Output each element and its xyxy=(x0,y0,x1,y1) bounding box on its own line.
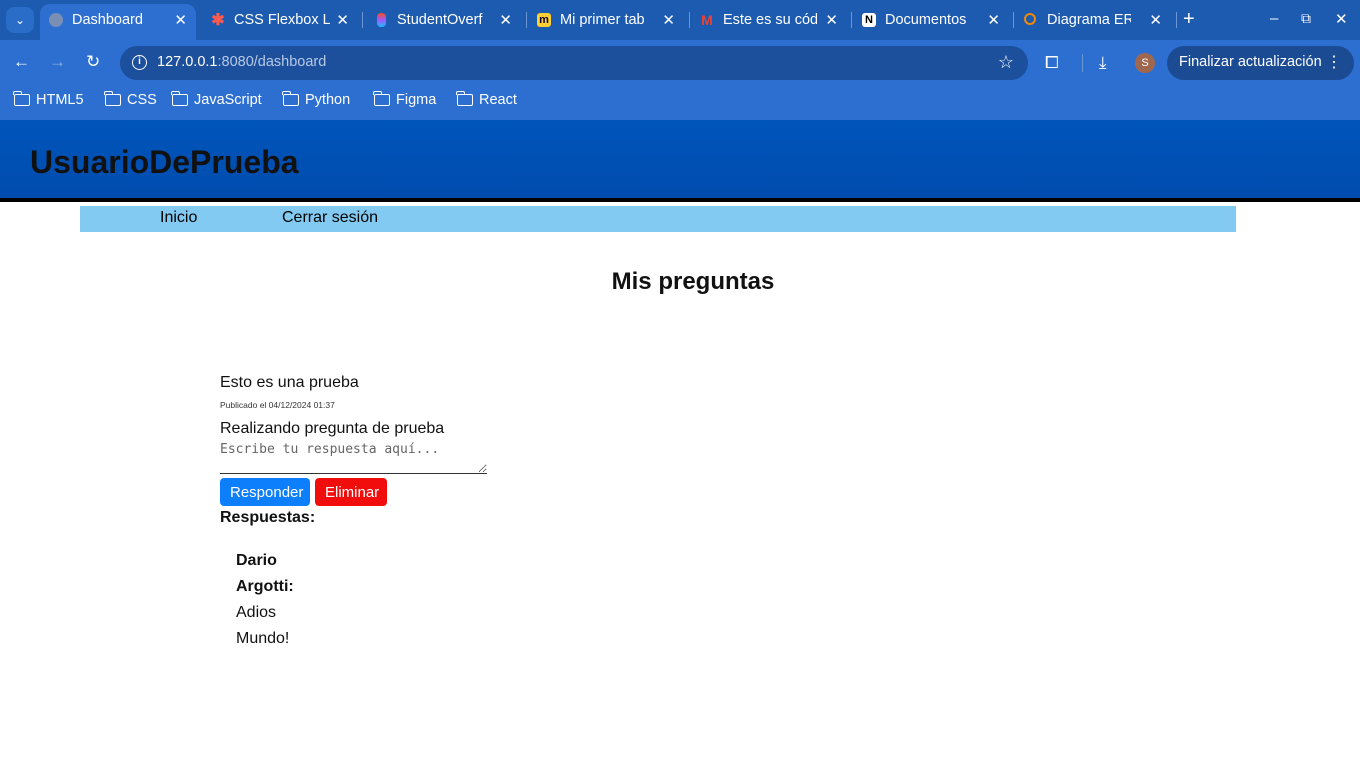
nav-logout-link[interactable]: Cerrar sesión xyxy=(282,209,378,227)
bookmark-label: React xyxy=(479,92,517,108)
question-title: Esto es una prueba xyxy=(220,374,359,391)
profile-avatar[interactable]: S xyxy=(1135,53,1155,73)
close-icon[interactable]: ✕ xyxy=(987,11,1000,29)
tab-title: Documentos xyxy=(885,12,967,28)
question-body: Realizando pregunta de prueba xyxy=(220,420,445,437)
tab-gmail[interactable]: M Este es su cód ✕ xyxy=(691,4,847,36)
folder-icon xyxy=(456,91,473,106)
download-icon[interactable]: ⤓ xyxy=(1099,53,1107,73)
question-date: Publicado el 04/12/2024 01:37 xyxy=(220,400,335,410)
close-icon[interactable]: ✕ xyxy=(662,11,675,29)
tab-title: StudentOverf xyxy=(397,12,483,28)
new-tab-plus-icon[interactable]: + xyxy=(1183,8,1195,30)
figma-icon xyxy=(377,13,386,27)
tab-search-chevron-icon[interactable]: ⌄ xyxy=(6,7,34,33)
tab-title: CSS Flexbox L xyxy=(234,12,330,28)
bookmark-label: HTML5 xyxy=(36,92,84,108)
response-text: Adios Mundo! xyxy=(236,604,290,647)
bookmark-folder-figma[interactable]: Figma xyxy=(373,91,437,108)
tab-separator xyxy=(526,12,527,28)
minimize-icon[interactable]: – xyxy=(1270,10,1278,27)
tab-title: Diagrama ER xyxy=(1047,12,1131,28)
response-author: Dario Argotti: xyxy=(236,552,294,595)
page-title: Mis preguntas xyxy=(611,268,775,295)
folder-icon xyxy=(104,91,121,106)
tab-separator xyxy=(362,12,363,28)
bookmark-star-icon[interactable]: ☆ xyxy=(998,52,1014,73)
reload-icon[interactable]: ↻ xyxy=(86,52,100,72)
folder-icon xyxy=(13,91,30,106)
close-icon[interactable]: ✕ xyxy=(825,11,838,29)
answer-input[interactable] xyxy=(220,441,487,474)
bookmark-folder-react[interactable]: React xyxy=(456,91,517,108)
gmail-icon: M xyxy=(701,12,713,28)
bookmark-label: CSS xyxy=(127,92,157,108)
tab-separator xyxy=(1176,12,1177,28)
draw-icon xyxy=(1024,13,1036,25)
bookmark-folder-javascript[interactable]: JavaScript xyxy=(171,91,262,108)
url-text[interactable]: 127.0.0.1:8080/dashboard xyxy=(157,54,326,70)
miro-icon: m xyxy=(537,13,551,27)
finish-update-button[interactable]: Finalizar actualización ⋮ xyxy=(1167,46,1354,80)
bookmarks-bar: HTML5 CSS JavaScript Python Figma React xyxy=(0,86,1360,120)
tab-mi-primer-tablero[interactable]: m Mi primer tab ✕ xyxy=(528,4,684,36)
site-header: UsuarioDePrueba xyxy=(0,120,1360,202)
notion-icon: N xyxy=(862,13,876,27)
folder-icon xyxy=(282,91,299,106)
tab-title: Este es su cód xyxy=(723,12,817,28)
bookmark-label: Python xyxy=(305,92,351,108)
more-vertical-icon: ⋮ xyxy=(1326,54,1342,71)
user-name-heading: UsuarioDePrueba xyxy=(30,144,299,180)
bookmark-label: Figma xyxy=(396,92,437,108)
close-icon[interactable]: ✕ xyxy=(499,11,512,29)
tab-title: Mi primer tab xyxy=(560,12,645,28)
window-close-icon[interactable]: ✕ xyxy=(1335,10,1348,28)
response-item: Dario Argotti: Adios Mundo! xyxy=(236,548,306,652)
close-icon[interactable]: ✕ xyxy=(1149,11,1162,29)
bookmark-label: JavaScript xyxy=(194,92,262,108)
bookmark-folder-css[interactable]: CSS xyxy=(104,91,157,108)
site-info-icon[interactable]: i xyxy=(132,55,147,70)
tab-diagrama-er[interactable]: Diagrama ER ✕ xyxy=(1015,4,1171,36)
address-bar[interactable]: i 127.0.0.1:8080/dashboard ☆ xyxy=(120,46,1028,80)
close-icon[interactable]: ✕ xyxy=(336,11,349,29)
extensions-icon[interactable]: ⧠ xyxy=(1045,53,1059,73)
reply-button[interactable]: Responder xyxy=(220,478,310,506)
tab-studentoverflow[interactable]: StudentOverf ✕ xyxy=(365,4,521,36)
bookmark-folder-html5[interactable]: HTML5 xyxy=(13,91,84,108)
tab-separator xyxy=(689,12,690,28)
forward-arrow-icon[interactable]: → xyxy=(49,52,66,72)
asterisk-icon: ✱ xyxy=(211,12,225,29)
update-label: Finalizar actualización xyxy=(1179,54,1322,70)
tab-title: Dashboard xyxy=(72,12,143,28)
close-icon[interactable]: ✕ xyxy=(174,11,187,29)
tab-documentos[interactable]: N Documentos ✕ xyxy=(853,4,1009,36)
url-host: 127.0.0.1 xyxy=(157,54,218,70)
browser-toolbar: ← → ↻ i 127.0.0.1:8080/dashboard ☆ ⧠ ⤓ xyxy=(0,40,1360,86)
tab-separator xyxy=(851,12,852,28)
tab-css-flexbox[interactable]: ✱ CSS Flexbox L ✕ xyxy=(202,4,358,36)
tab-separator xyxy=(1013,12,1014,28)
toolbar-divider xyxy=(1082,54,1083,72)
responses-heading: Respuestas: xyxy=(220,509,316,526)
bookmark-folder-python[interactable]: Python xyxy=(282,91,351,108)
delete-button[interactable]: Eliminar xyxy=(315,478,387,506)
browser-tab-bar: ⌄ Dashboard ✕ ✱ CSS Flexbox L ✕ StudentO… xyxy=(0,0,1360,40)
restore-icon[interactable]: ⧉ xyxy=(1301,10,1311,27)
back-arrow-icon[interactable]: ← xyxy=(13,52,30,72)
folder-icon xyxy=(373,91,390,106)
globe-icon xyxy=(49,13,63,27)
folder-icon xyxy=(171,91,188,106)
site-nav: Inicio Cerrar sesión xyxy=(80,206,1236,232)
tab-dashboard[interactable]: Dashboard ✕ xyxy=(40,4,196,40)
nav-home-link[interactable]: Inicio xyxy=(160,209,197,227)
url-path: :8080/dashboard xyxy=(217,54,327,70)
